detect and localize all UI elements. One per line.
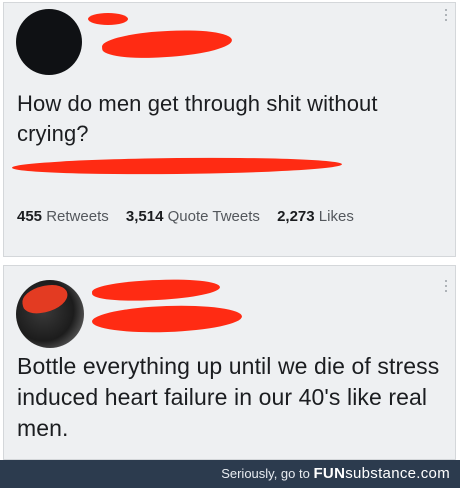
reply-tweet: Bottle everything up until we die of str… bbox=[3, 265, 456, 460]
tweet-text: How do men get through shit without cryi… bbox=[17, 91, 378, 146]
redacted-display-name bbox=[91, 276, 221, 304]
redacted-username bbox=[91, 303, 243, 335]
footer-prefix: Seriously, go to bbox=[221, 466, 314, 481]
quote-tweets-label[interactable]: Quote Tweets bbox=[168, 208, 260, 225]
likes-count[interactable]: 2,273 bbox=[277, 208, 315, 225]
footer-brand-rest: substance.com bbox=[345, 465, 450, 482]
reply-text: Bottle everything up until we die of str… bbox=[17, 353, 440, 441]
redacted-username bbox=[101, 26, 233, 62]
watermark-footer[interactable]: Seriously, go to FUNsubstance.com bbox=[0, 460, 460, 488]
redacted-display-name bbox=[88, 13, 128, 25]
redacted-timestamp bbox=[11, 156, 343, 176]
likes-label[interactable]: Likes bbox=[319, 208, 354, 225]
retweets-label[interactable]: Retweets bbox=[46, 208, 109, 225]
more-options-icon[interactable] bbox=[444, 9, 448, 21]
quote-tweets-count[interactable]: 3,514 bbox=[126, 208, 164, 225]
footer-brand-bold: FUN bbox=[313, 465, 346, 482]
more-options-icon[interactable] bbox=[444, 280, 448, 292]
avatar[interactable] bbox=[16, 280, 84, 348]
tweet-stats: 455 Retweets 3,514 Quote Tweets 2,273 Li… bbox=[17, 208, 367, 225]
avatar[interactable] bbox=[16, 9, 82, 75]
original-tweet: How do men get through shit without cryi… bbox=[3, 2, 456, 257]
retweets-count[interactable]: 455 bbox=[17, 208, 42, 225]
